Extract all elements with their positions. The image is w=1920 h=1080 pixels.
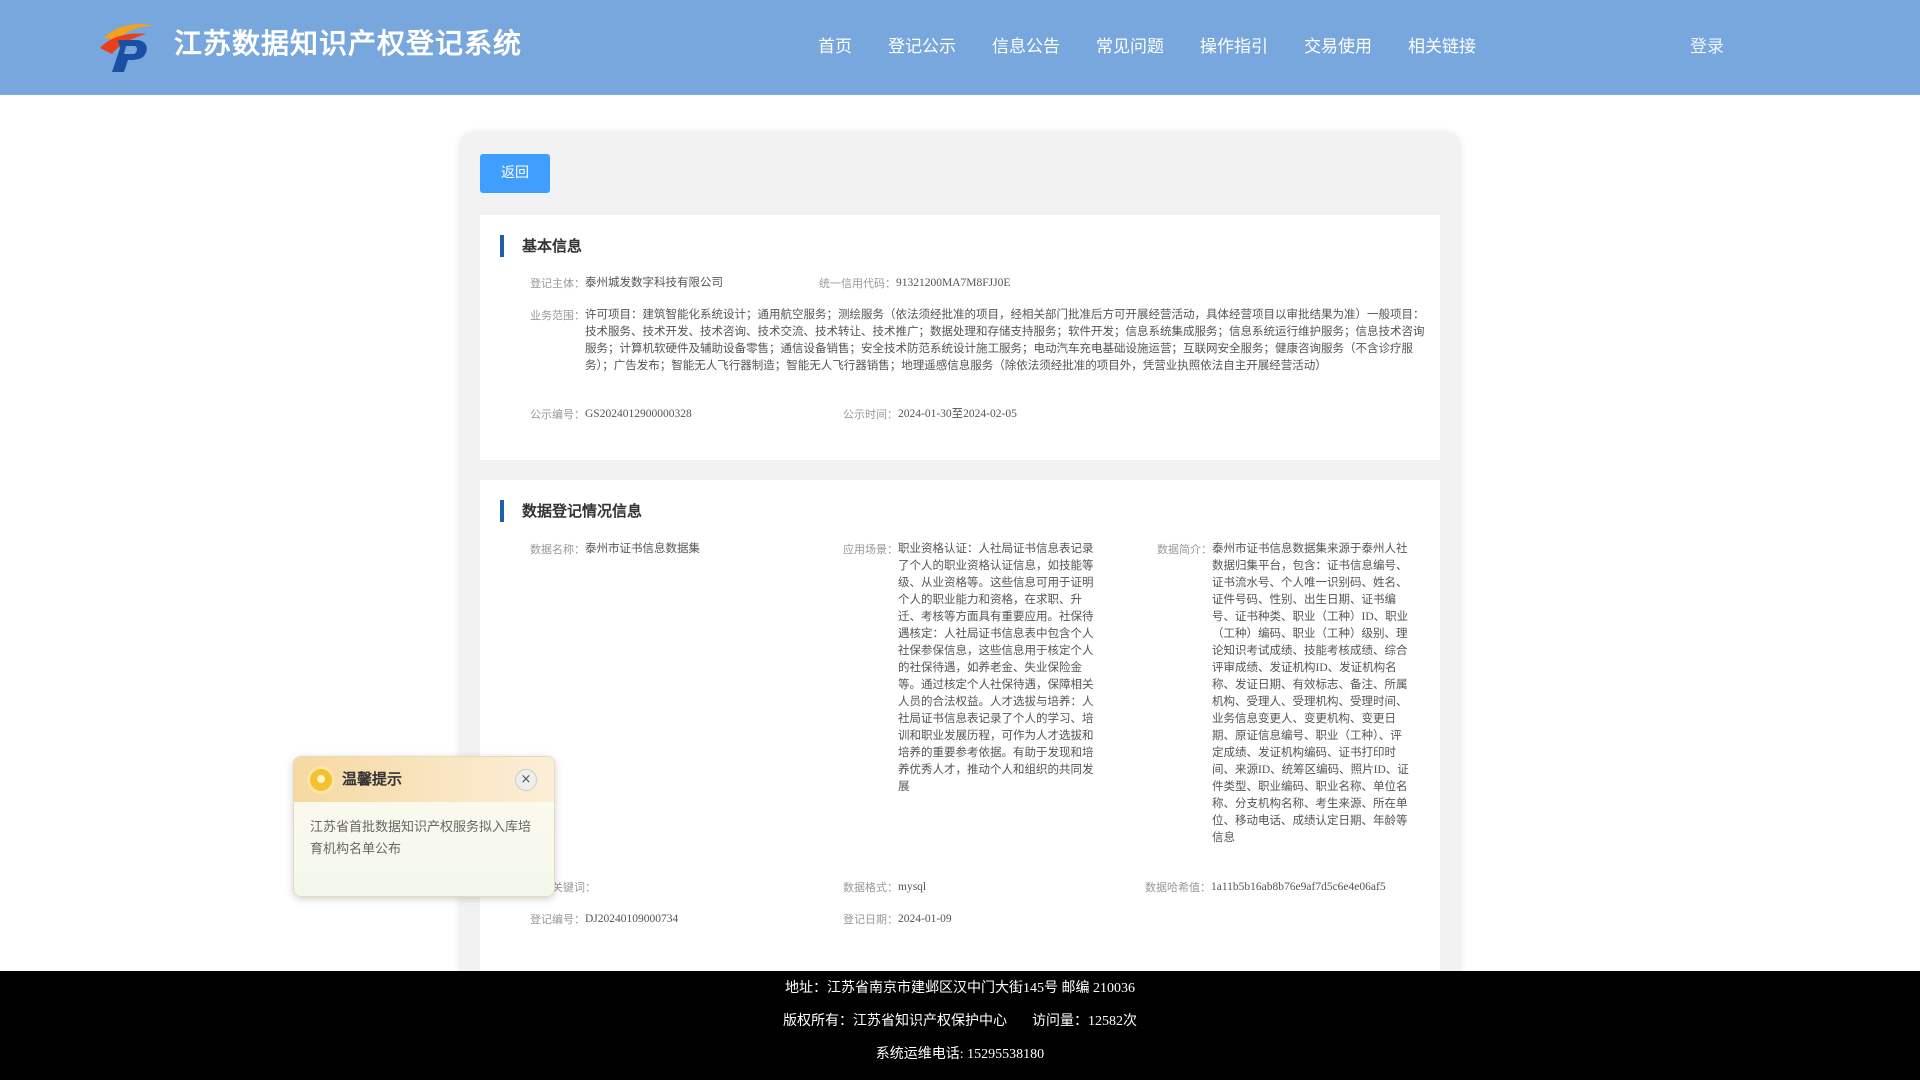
scenario-field: 应用场景： 职业资格认证：人社局证书信息表记录了个人的职业资格认证信息，如技能等…: [843, 541, 1113, 796]
registration-info-title: 数据登记情况信息: [500, 500, 642, 522]
footer-address: 地址：江苏省南京市建邺区汉中门大街145号 邮编 210036: [785, 981, 1135, 996]
reg-no-field: 登记编号： DJ20240109000734: [530, 911, 830, 928]
nav-registration-publicity[interactable]: 登记公示: [888, 30, 956, 64]
nav-trading-use[interactable]: 交易使用: [1304, 30, 1372, 64]
pub-no-value: GS2024012900000328: [585, 408, 692, 420]
reg-date-label: 登记日期：: [843, 913, 898, 926]
nav-home[interactable]: 首页: [818, 30, 852, 64]
format-label: 数据格式：: [843, 881, 898, 894]
credit-code-field: 统一信用代码： 91321200MA7M8FJJ0E: [819, 275, 1219, 292]
reg-date-value: 2024-01-09: [898, 913, 952, 925]
pub-no-field: 公示编号： GS2024012900000328: [530, 406, 830, 423]
data-name-value: 泰州市证书信息数据集: [585, 543, 700, 555]
intro-value: 泰州市证书信息数据集来源于泰州人社数据归集平台，包含：证书信息编号、证书流水号、…: [1212, 543, 1409, 844]
nav-announcements[interactable]: 信息公告: [992, 30, 1060, 64]
login-link[interactable]: 登录: [1690, 30, 1724, 64]
detail-card: 返回 基本信息 登记主体： 泰州城发数字科技有限公司 统一信用代码： 91321…: [460, 133, 1460, 1013]
notice-popup-header: 温馨提示 ×: [294, 757, 554, 802]
registration-info-panel: 数据登记情况信息 数据名称： 泰州市证书信息数据集 应用场景： 职业资格认证：人…: [480, 480, 1440, 1000]
nav-faq[interactable]: 常见问题: [1096, 30, 1164, 64]
subject-field: 登记主体： 泰州城发数字科技有限公司: [530, 275, 810, 292]
notice-popup-link[interactable]: 江苏省首批数据知识产权服务拟入库培育机构名单公布: [310, 817, 542, 861]
notice-popup: 温馨提示 × 江苏省首批数据知识产权服务拟入库培育机构名单公布: [293, 756, 555, 897]
nav-related-links[interactable]: 相关链接: [1408, 30, 1476, 64]
intro-field: 数据简介： 泰州市证书信息数据集来源于泰州人社数据归集平台，包含：证书信息编号、…: [1157, 541, 1427, 847]
pub-time-field: 公示时间： 2024-01-30至2024-02-05: [843, 406, 1243, 423]
format-value: mysql: [898, 881, 927, 893]
site-footer: 地址：江苏省南京市建邺区汉中门大街145号 邮编 210036 版权所有：江苏省…: [0, 971, 1920, 1080]
site-logo-icon[interactable]: [96, 18, 156, 74]
scope-label: 业务范围：: [530, 309, 585, 322]
hash-label: 数据哈希值：: [1145, 881, 1211, 894]
pub-no-label: 公示编号：: [530, 408, 585, 421]
scope-value: 许可项目：建筑智能化系统设计；通用航空服务；测绘服务（依法须经批准的项目，经相关…: [585, 309, 1425, 372]
site-title: 江苏数据知识产权登记系统: [174, 27, 523, 60]
reg-no-value: DJ20240109000734: [585, 913, 679, 925]
keyword-field: 数据关键词：: [530, 879, 830, 896]
hash-value: 1a11b5b16ab8b76e9af7d5c6e4e06af5: [1211, 881, 1386, 893]
data-name-field: 数据名称： 泰州市证书信息数据集: [530, 541, 830, 558]
footer-copyright-line: 版权所有：江苏省知识产权保护中心 访问量：12582次: [0, 1012, 1920, 1032]
subject-value: 泰州城发数字科技有限公司: [585, 277, 723, 289]
lightbulb-icon: [310, 769, 332, 791]
format-field: 数据格式： mysql: [843, 879, 1143, 896]
footer-visits: 访问量：12582次: [1032, 1014, 1137, 1029]
reg-date-field: 登记日期： 2024-01-09: [843, 911, 1143, 928]
intro-label: 数据简介：: [1157, 543, 1212, 556]
basic-info-title: 基本信息: [500, 235, 582, 257]
reg-no-label: 登记编号：: [530, 913, 585, 926]
subject-label: 登记主体：: [530, 277, 585, 290]
close-icon[interactable]: ×: [515, 769, 537, 791]
footer-copyright: 版权所有：江苏省知识产权保护中心: [783, 1014, 1007, 1029]
footer-phone: 系统运维电话: 15295538180: [875, 1047, 1045, 1062]
notice-popup-title: 温馨提示: [342, 770, 403, 788]
site-header: 江苏数据知识产权登记系统 首页 登记公示 信息公告 常见问题 操作指引 交易使用…: [0, 0, 1920, 95]
pub-time-value: 2024-01-30至2024-02-05: [898, 408, 1017, 420]
scenario-value: 职业资格认证：人社局证书信息表记录了个人的职业资格认证信息，如技能等级、从业资格…: [898, 543, 1094, 793]
nav-operation-guide[interactable]: 操作指引: [1200, 30, 1268, 64]
scope-field: 业务范围： 许可项目：建筑智能化系统设计；通用航空服务；测绘服务（依法须经批准的…: [530, 307, 1430, 375]
scenario-label: 应用场景：: [843, 543, 898, 556]
main-nav: 首页 登记公示 信息公告 常见问题 操作指引 交易使用 相关链接: [818, 30, 1512, 64]
data-name-label: 数据名称：: [530, 543, 585, 556]
basic-info-panel: 基本信息 登记主体： 泰州城发数字科技有限公司 统一信用代码： 91321200…: [480, 215, 1440, 460]
back-button[interactable]: 返回: [480, 154, 550, 193]
hash-field: 数据哈希值： 1a11b5b16ab8b76e9af7d5c6e4e06af5: [1145, 879, 1435, 896]
credit-code-label: 统一信用代码：: [819, 277, 896, 290]
credit-code-value: 91321200MA7M8FJJ0E: [896, 277, 1011, 289]
pub-time-label: 公示时间：: [843, 408, 898, 421]
